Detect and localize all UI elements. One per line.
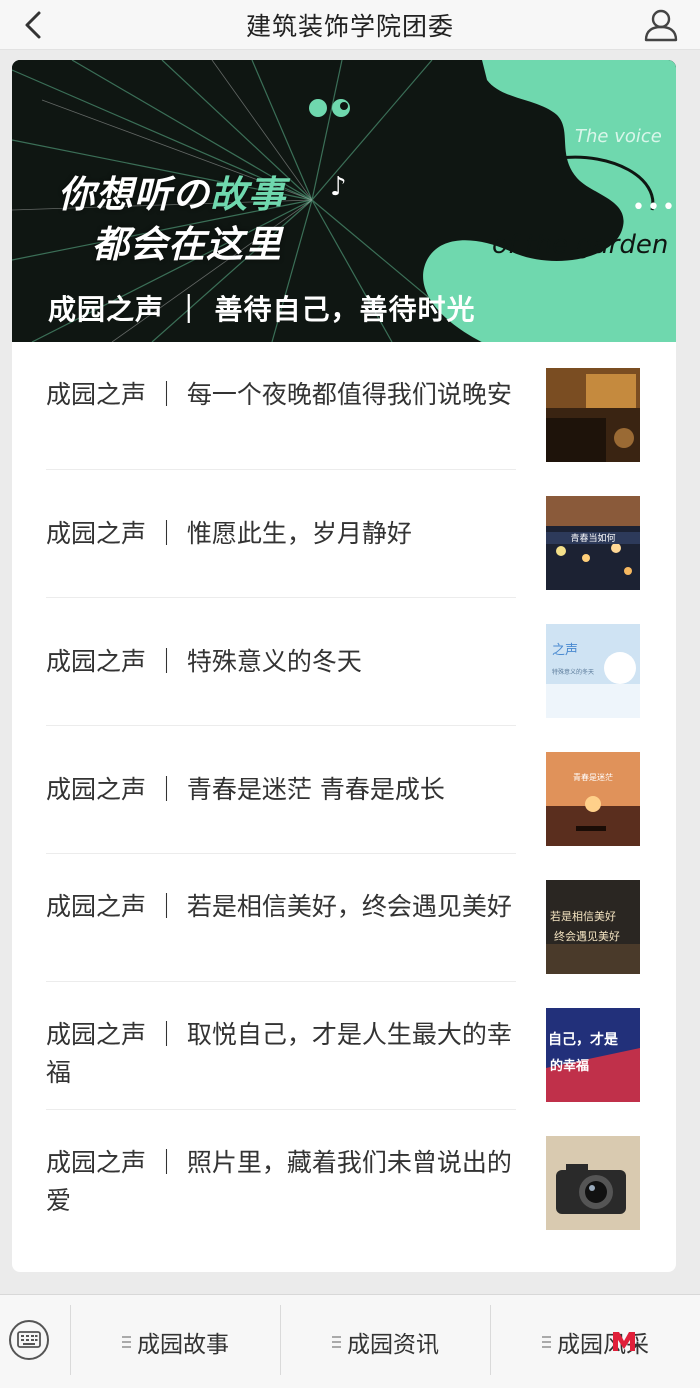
thumbnail-text: 的幸福 — [550, 1058, 589, 1074]
banner-dots: ••• — [632, 195, 676, 220]
tab-chengyuan-stories[interactable]: 成园故事 — [71, 1305, 280, 1379]
article-title: 成园之声 ｜ 特殊意义的冬天 — [46, 647, 362, 676]
list-item[interactable]: 成园之声 ｜ 若是相信美好，终会遇见美好 — [46, 854, 516, 982]
list-item[interactable]: 成园之声 ｜ 惟愿此生，岁月静好 — [46, 470, 516, 598]
watermark-logo-icon — [613, 1332, 635, 1351]
thumbnail-text: 之声 — [552, 643, 578, 658]
article-thumbnail[interactable]: 之声 特殊意义的冬天 — [546, 624, 640, 718]
list-item[interactable]: 成园之声 ｜ 每一个夜晚都值得我们说晚安 — [46, 342, 516, 470]
banner-headline-line2: 都会在这里 — [92, 223, 282, 266]
article-title: 成园之声 ｜ 取悦自己，才是人生最大的幸福 — [46, 1020, 512, 1087]
article-thumbnail[interactable] — [546, 368, 640, 462]
list-item[interactable]: 成园之声 ｜ 特殊意义的冬天 — [46, 598, 516, 726]
thumbnail-text: 青春当如何 — [570, 532, 615, 544]
article-thumbnail[interactable]: 若是相信美好 终会遇见美好 — [546, 880, 640, 974]
banner-caption: 成园之声 ｜ 善待自己，善待时光 — [48, 293, 476, 326]
article-title: 成园之声 ｜ 照片里，藏着我们未曾说出的爱 — [46, 1148, 512, 1215]
list-item[interactable]: 成园之声 ｜ 取悦自己，才是人生最大的幸福 — [46, 982, 516, 1110]
article-title: 成园之声 ｜ 青春是迷茫 青春是成长 — [46, 775, 445, 804]
menu-icon — [542, 1335, 551, 1349]
thumbnail-text: 特殊意义的冬天 — [552, 668, 594, 676]
music-note-icon: ♪ — [330, 172, 347, 202]
article-thumbnail[interactable]: 青春当如何 — [546, 496, 640, 590]
tab-label: 成园资讯 — [347, 1332, 439, 1358]
article-thumbnail[interactable]: 青春是迷茫 — [546, 752, 640, 846]
content-card: 你想听の故事 ♪ 都会在这里 The voice of the garden •… — [12, 60, 676, 1272]
thumbnail-text: 终会遇见美好 — [554, 929, 620, 943]
banner-english-line2: of the garden — [492, 230, 669, 260]
tab-chengyuan-news[interactable]: 成园资讯 — [281, 1305, 490, 1379]
bottom-menu-bar: 成园故事 成园资讯 成园风采 — [0, 1294, 700, 1388]
banner-english-line1: The voice — [575, 126, 662, 147]
nav-bar: 建筑装饰学院团委 — [0, 0, 700, 50]
thumbnail-text: 青春是迷茫 — [573, 772, 613, 782]
tab-label: 成园故事 — [137, 1332, 229, 1358]
list-item[interactable]: 成园之声 ｜ 青春是迷茫 青春是成长 — [46, 726, 516, 854]
thumbnail-text: 若是相信美好 — [550, 909, 616, 923]
article-title: 成园之声 ｜ 每一个夜晚都值得我们说晚安 — [46, 380, 512, 409]
banner-headline: 你想听の故事 — [58, 173, 286, 216]
list-item[interactable]: 成园之声 ｜ 照片里，藏着我们未曾说出的爱 — [46, 1110, 516, 1238]
menu-icon — [122, 1335, 131, 1349]
menu-icon — [332, 1335, 341, 1349]
tab-chengyuan-style[interactable]: 成园风采 — [491, 1305, 700, 1379]
user-icon[interactable] — [642, 6, 680, 44]
chevron-left-icon[interactable] — [18, 8, 52, 42]
keyboard-icon[interactable] — [8, 1319, 50, 1361]
featured-banner[interactable]: 你想听の故事 ♪ 都会在这里 The voice of the garden •… — [12, 60, 676, 342]
thumbnail-text: 自己，才是 — [548, 1031, 619, 1048]
page-title: 建筑装饰学院团委 — [245, 11, 454, 41]
article-thumbnail[interactable] — [546, 1136, 640, 1230]
article-title: 成园之声 ｜ 惟愿此生，岁月静好 — [46, 519, 412, 548]
article-title: 成园之声 ｜ 若是相信美好，终会遇见美好 — [46, 892, 512, 921]
article-thumbnail[interactable]: 自己，才是 的幸福 — [546, 1008, 640, 1102]
